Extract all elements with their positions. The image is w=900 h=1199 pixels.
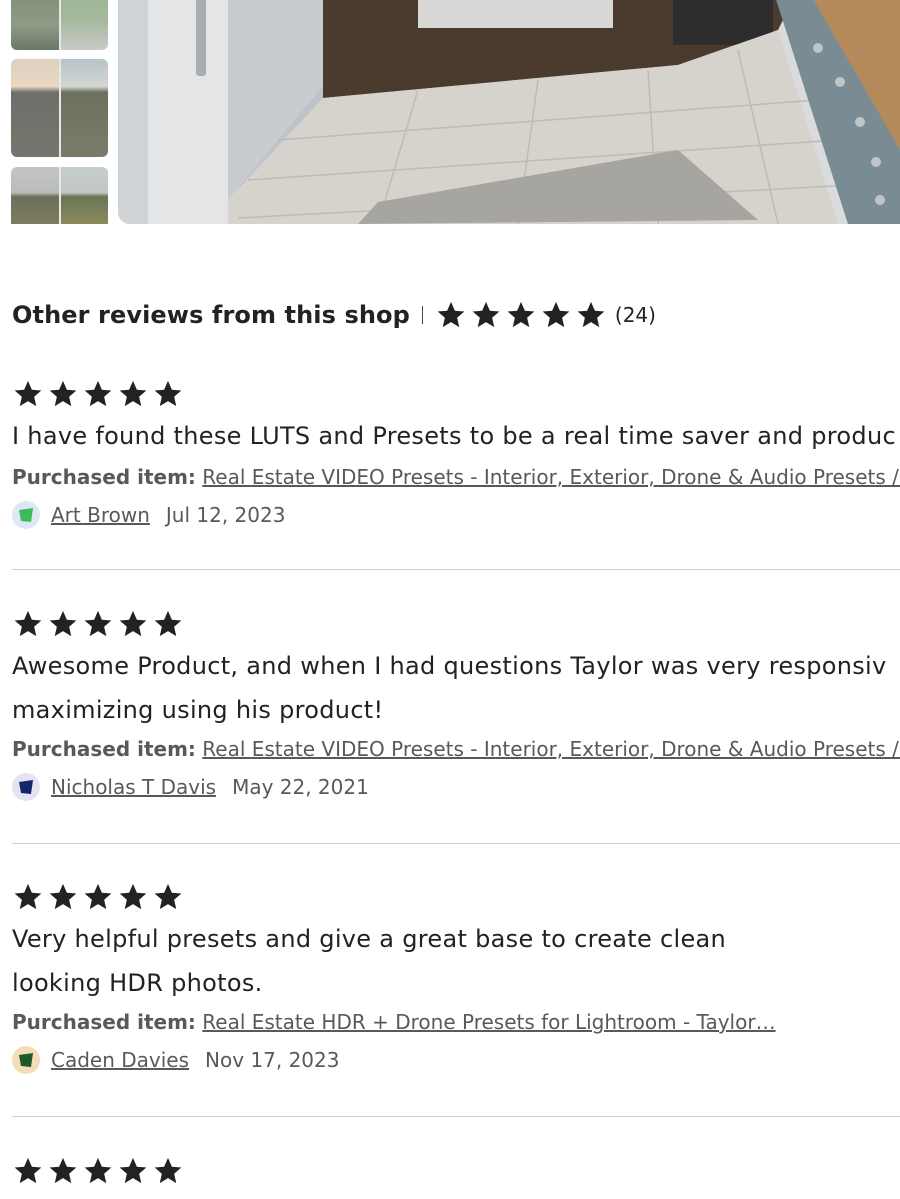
shop-rating-stars: [435, 299, 607, 331]
star-icon: [12, 608, 44, 640]
star-icon: [47, 1155, 79, 1187]
star-icon: [117, 608, 149, 640]
purchased-item: Purchased item: Real Estate VIDEO Preset…: [12, 462, 900, 492]
gallery-thumbnail[interactable]: [11, 167, 108, 224]
author-name-link[interactable]: Art Brown: [51, 503, 150, 527]
review-item: I have found these LUTS and Presets to b…: [12, 378, 900, 530]
star-icon: [470, 299, 502, 331]
purchased-item-label: Purchased item:: [12, 1010, 196, 1034]
star-icon: [117, 1155, 149, 1187]
review-item: Very helpful presets and give a great ba…: [12, 881, 900, 1075]
star-icon: [82, 608, 114, 640]
review-date: Nov 17, 2023: [205, 1048, 340, 1072]
review-rating-stars: [12, 881, 900, 913]
review-rating-stars: [12, 608, 900, 640]
review-rating-stars: [12, 378, 900, 410]
star-icon: [82, 1155, 114, 1187]
star-icon: [82, 881, 114, 913]
star-icon: [152, 881, 184, 913]
gallery-thumbnail[interactable]: [11, 59, 108, 157]
reviews-section-title: Other reviews from this shop: [12, 301, 410, 329]
review-count[interactable]: (24): [615, 303, 656, 327]
avatar[interactable]: [12, 1046, 40, 1074]
review-text-line: looking HDR photos.: [12, 969, 263, 997]
star-icon: [152, 608, 184, 640]
review-text-line: Very helpful presets and give a great ba…: [12, 925, 727, 953]
review-date: May 22, 2021: [232, 775, 369, 799]
review-author: Art Brown Jul 12, 2023: [12, 500, 900, 530]
header-separator: [421, 306, 423, 324]
review-rating-stars: [12, 1155, 900, 1187]
review-text-line: Awesome Product, and when I had question…: [12, 652, 887, 680]
purchased-item-link[interactable]: Real Estate VIDEO Presets - Interior, Ex…: [202, 737, 900, 761]
review-author: Caden Davies Nov 17, 2023: [12, 1045, 900, 1075]
star-icon: [12, 378, 44, 410]
star-icon: [575, 299, 607, 331]
review-date: Jul 12, 2023: [165, 503, 286, 527]
review-item: [12, 1155, 900, 1187]
star-icon: [82, 378, 114, 410]
star-icon: [435, 299, 467, 331]
purchased-item-link[interactable]: Real Estate HDR + Drone Presets for Ligh…: [202, 1010, 775, 1034]
purchased-item: Purchased item: Real Estate VIDEO Preset…: [12, 734, 900, 764]
star-icon: [47, 378, 79, 410]
review-divider: [12, 1116, 900, 1117]
review-divider: [12, 569, 900, 570]
avatar[interactable]: [12, 501, 40, 529]
star-icon: [152, 1155, 184, 1187]
star-icon: [117, 378, 149, 410]
review-text: I have found these LUTS and Presets to b…: [12, 422, 896, 450]
avatar-icon: [19, 1053, 33, 1067]
star-icon: [47, 608, 79, 640]
star-icon: [117, 881, 149, 913]
main-listing-photo[interactable]: [118, 0, 900, 224]
star-icon: [47, 881, 79, 913]
purchased-item-link[interactable]: Real Estate VIDEO Presets - Interior, Ex…: [202, 465, 900, 489]
review-item: Awesome Product, and when I had question…: [12, 608, 900, 802]
review-author: Nicholas T Davis May 22, 2021: [12, 772, 900, 802]
star-icon: [505, 299, 537, 331]
avatar-icon: [19, 508, 33, 522]
author-name-link[interactable]: Nicholas T Davis: [51, 775, 216, 799]
star-icon: [12, 881, 44, 913]
avatar[interactable]: [12, 773, 40, 801]
review-text-line: maximizing using his product!: [12, 696, 384, 724]
star-icon: [540, 299, 572, 331]
reviews-header: Other reviews from this shop (24): [12, 293, 656, 337]
gallery-thumbnail[interactable]: [11, 0, 108, 50]
review-divider: [12, 843, 900, 844]
star-icon: [152, 378, 184, 410]
star-icon: [12, 1155, 44, 1187]
avatar-icon: [19, 780, 33, 794]
purchased-item-label: Purchased item:: [12, 465, 196, 489]
purchased-item: Purchased item: Real Estate HDR + Drone …: [12, 1007, 900, 1037]
purchased-item-label: Purchased item:: [12, 737, 196, 761]
author-name-link[interactable]: Caden Davies: [51, 1048, 189, 1072]
